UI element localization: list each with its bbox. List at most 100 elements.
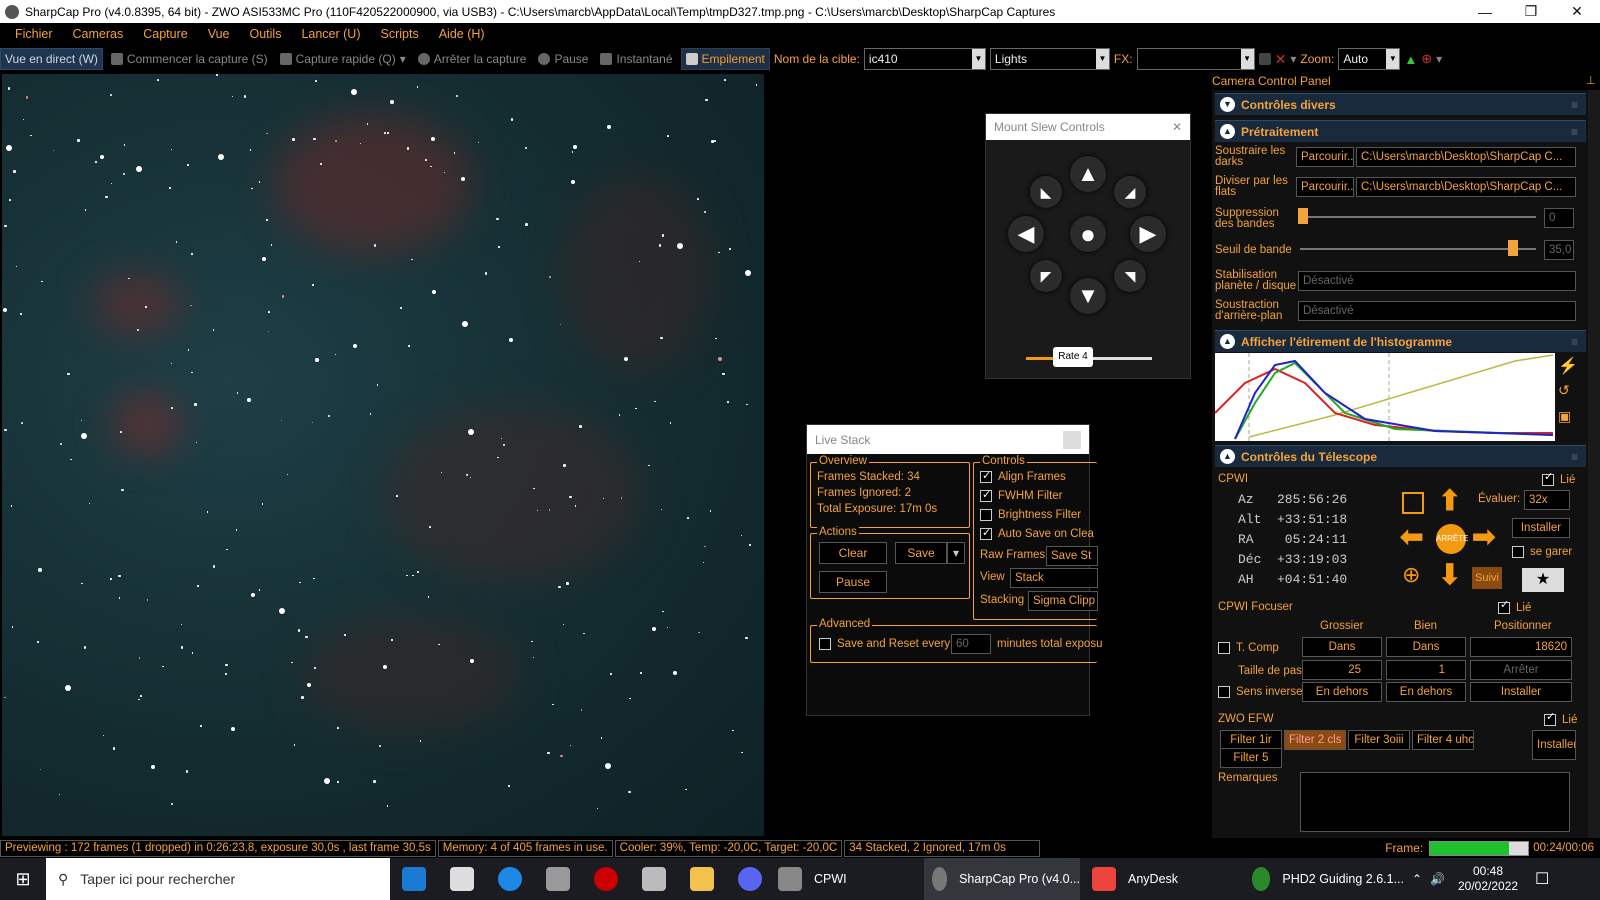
zoom-select[interactable]: Auto ▼	[1338, 48, 1401, 70]
step-fine-stepper[interactable]: 1	[1386, 660, 1466, 680]
telescope-south-button[interactable]: ⬇	[1438, 558, 1461, 591]
reset-icon[interactable]: ↺	[1558, 382, 1570, 399]
close-icon[interactable]: ✕	[1554, 3, 1600, 20]
notifications-icon[interactable]: ☐	[1535, 869, 1549, 889]
taskbar-clock[interactable]: 00:48 20/02/2022	[1453, 864, 1523, 894]
focuser-linked-checkbox[interactable]	[1498, 600, 1510, 614]
park-checkbox[interactable]	[1512, 546, 1524, 558]
stacking-button[interactable]: Empilement	[680, 48, 770, 70]
focus-fine-out-button[interactable]: En dehors	[1386, 682, 1466, 702]
section-histogram[interactable]: ▲ Afficher l'étirement de l'histogramme ≡	[1215, 330, 1586, 352]
live-view-button[interactable]: Vue en direct (W)	[0, 48, 103, 70]
chevron-down-icon[interactable]: ▾	[400, 52, 406, 66]
histogram-chart[interactable]	[1215, 353, 1555, 441]
star-icon[interactable]: ★	[1522, 568, 1564, 592]
edge-icon[interactable]	[402, 867, 426, 891]
telescope-install-button[interactable]: Installer	[1512, 518, 1570, 538]
slew-stop-button[interactable]: ●	[1070, 216, 1106, 252]
threshold-value[interactable]: 35,0	[1544, 240, 1574, 260]
chevron-up-icon[interactable]: ▲	[1220, 124, 1235, 139]
app-icon[interactable]	[450, 867, 474, 891]
menu-view[interactable]: Vue	[198, 27, 240, 41]
pin-icon[interactable]: ⊥	[1586, 74, 1596, 87]
taskbar-sharpcap[interactable]: SharpCap Pro (v4.0...	[924, 858, 1080, 900]
focuser-install-button[interactable]: Installer	[1470, 682, 1572, 702]
background-select[interactable]: Désactivé	[1298, 301, 1576, 321]
snapshot-button[interactable]: Instantané	[596, 48, 676, 70]
menu-icon[interactable]: ≡	[1571, 125, 1578, 139]
menu-tools[interactable]: Outils	[240, 27, 292, 41]
slew-southwest-button[interactable]: ◤	[1030, 260, 1062, 292]
slew-southeast-button[interactable]: ◥	[1114, 260, 1146, 292]
windows-start-icon[interactable]: ⊞	[0, 858, 46, 900]
chevron-down-icon[interactable]: ▼	[1220, 97, 1235, 112]
ccleaner-icon[interactable]	[498, 867, 522, 891]
pause-stack-button[interactable]: Pause	[819, 571, 887, 593]
chevron-up-icon[interactable]: ⌃	[1412, 872, 1422, 886]
threshold-slider-thumb[interactable]	[1508, 240, 1518, 256]
app-icon[interactable]	[594, 867, 618, 891]
chevron-down-icon[interactable]: ▼	[971, 49, 985, 69]
chevron-up-icon[interactable]: ▲	[1220, 334, 1235, 349]
clear-button[interactable]: Clear	[819, 542, 887, 564]
chevron-down-icon[interactable]: ▾	[1290, 52, 1296, 66]
discord-icon[interactable]	[738, 867, 762, 891]
efw-install-button[interactable]: Installer	[1532, 730, 1576, 760]
stop-capture-button[interactable]: Arrêter la capture	[414, 48, 531, 70]
close-icon[interactable]: ✕	[1172, 120, 1182, 134]
menu-cameras[interactable]: Cameras	[63, 27, 134, 41]
tracking-button[interactable]: Suivi	[1472, 567, 1502, 589]
target-name-input[interactable]: ic410 ▼	[863, 48, 986, 70]
taskbar-phd2[interactable]: PHD2 Guiding 2.6.1...	[1240, 858, 1404, 900]
fx-select[interactable]: ▼	[1136, 48, 1255, 70]
slew-south-button[interactable]: ▼	[1070, 278, 1106, 314]
slew-northwest-button[interactable]: ◣	[1030, 176, 1062, 208]
filter-1-button[interactable]: Filter 1ir	[1220, 730, 1282, 750]
threshold-slider[interactable]	[1300, 248, 1536, 250]
frame-type-select[interactable]: Lights ▼	[989, 48, 1110, 70]
menu-launch[interactable]: Lancer (U)	[291, 27, 370, 41]
taskbar-search[interactable]: ⚲ Taper ici pour rechercher	[46, 858, 390, 900]
efw-linked-checkbox[interactable]	[1544, 712, 1556, 726]
align-frames-checkbox[interactable]	[980, 469, 992, 483]
stellarium-icon[interactable]	[642, 867, 666, 891]
view-select[interactable]: Stack	[1010, 568, 1098, 588]
focus-coarse-out-button[interactable]: En dehors	[1302, 682, 1382, 702]
telescope-stop-button[interactable]: ARRÊTE	[1436, 524, 1468, 554]
menu-icon[interactable]: ≡	[1571, 450, 1578, 464]
auto-save-checkbox[interactable]	[980, 526, 992, 540]
raw-frames-select[interactable]: Save St	[1046, 546, 1098, 566]
taskbar-anydesk[interactable]: AnyDesk	[1080, 858, 1240, 900]
menu-scripts[interactable]: Scripts	[371, 27, 429, 41]
rate-select[interactable]: 32x	[1524, 490, 1570, 510]
rate-label[interactable]: Rate 4	[1053, 347, 1093, 367]
taskbar-cpwi[interactable]: CPWI	[774, 858, 924, 900]
step-coarse-stepper[interactable]: 25	[1302, 660, 1382, 680]
menu-icon[interactable]: ≡	[1571, 335, 1578, 349]
section-telescope[interactable]: ▲ Contrôles du Télescope ≡	[1215, 445, 1586, 467]
reverse-checkbox[interactable]	[1218, 686, 1230, 698]
grid-icon[interactable]	[1258, 53, 1271, 65]
chevron-down-icon[interactable]: ▾	[1436, 52, 1442, 66]
minimize-icon[interactable]: —	[1462, 4, 1508, 20]
zoom-tool-icon[interactable]: ⊕	[1421, 51, 1432, 67]
start-capture-button[interactable]: Commencer la capture (S)	[107, 48, 272, 70]
focus-stop-button[interactable]: Arrêter	[1470, 660, 1572, 680]
banding-slider[interactable]	[1300, 216, 1536, 218]
slew-west-button[interactable]: ◀	[1008, 216, 1044, 252]
darks-browse-button[interactable]: Parcourir...	[1296, 147, 1354, 167]
brightness-filter-checkbox[interactable]	[980, 509, 992, 521]
panel-scrollbar[interactable]	[1588, 90, 1600, 838]
minutes-stepper[interactable]: 60	[951, 634, 991, 654]
menu-file[interactable]: Fichier	[0, 27, 63, 41]
sync-icon[interactable]	[1402, 492, 1424, 514]
darks-path-select[interactable]: C:\Users\marcb\Desktop\SharpCap C...	[1356, 147, 1576, 167]
telescope-west-button[interactable]: ⬅	[1400, 520, 1423, 553]
slew-northeast-button[interactable]: ◢	[1114, 176, 1146, 208]
save-reset-checkbox[interactable]	[819, 638, 831, 650]
focus-position-input[interactable]: 18620	[1470, 637, 1572, 657]
auto-stretch-icon[interactable]: ⚡	[1558, 356, 1578, 376]
close-icon[interactable]	[1063, 430, 1081, 449]
pause-button[interactable]: Pause	[534, 48, 592, 70]
fwhm-filter-checkbox[interactable]	[980, 488, 992, 502]
